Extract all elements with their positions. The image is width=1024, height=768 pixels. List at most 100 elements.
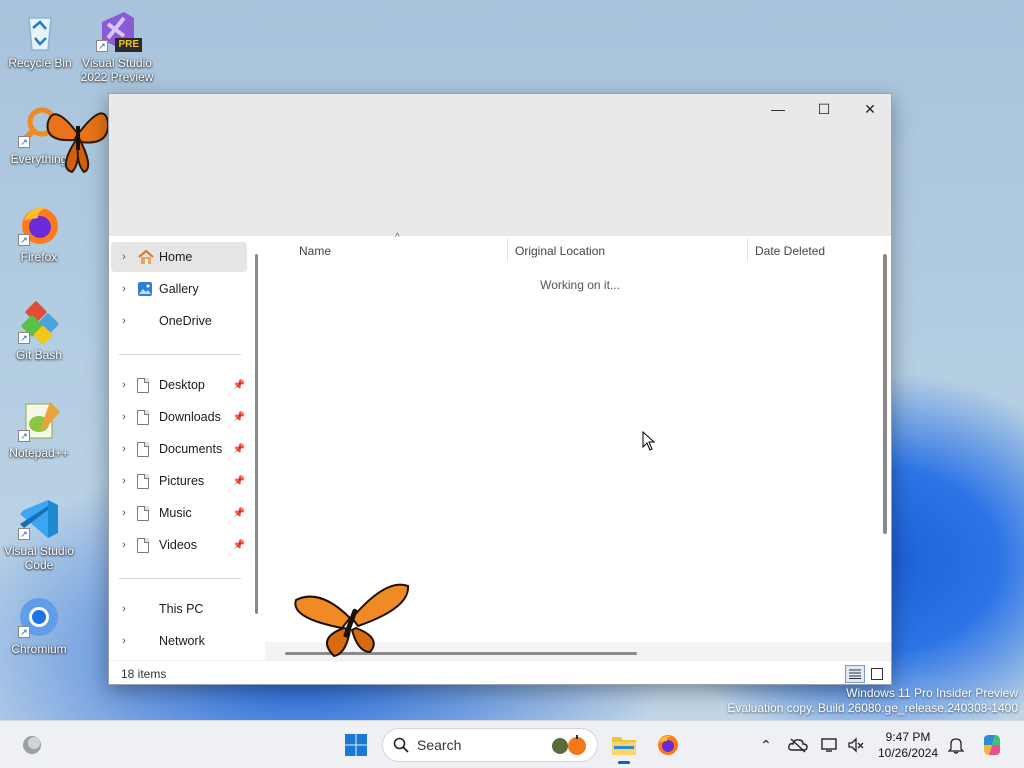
butterfly-icon bbox=[294, 583, 410, 658]
taskbar-clock[interactable]: 9:47 PM 10/26/2024 bbox=[872, 729, 944, 761]
maximize-icon: ☐ bbox=[817, 100, 831, 117]
title-bar[interactable]: — ☐ ✕ bbox=[109, 94, 891, 236]
nav-item-network[interactable]: › Network bbox=[111, 626, 247, 656]
nav-item-desktop[interactable]: › Desktop 📌 bbox=[111, 370, 247, 400]
gallery-icon bbox=[137, 280, 159, 298]
minimize-button[interactable]: — bbox=[755, 94, 801, 124]
desktop-icon-chromium[interactable]: ↗ Chromium bbox=[1, 594, 77, 656]
clock-time: 9:47 PM bbox=[885, 730, 931, 744]
desktop-icon-recycle-bin[interactable]: Recycle Bin bbox=[2, 8, 78, 70]
nav-label: Pictures bbox=[159, 474, 205, 488]
column-header-name[interactable]: Name bbox=[291, 240, 507, 262]
desktop-icon-notepad-plus-plus[interactable]: ↗ Notepad++ bbox=[1, 398, 77, 460]
volume-tray-button[interactable] bbox=[844, 733, 868, 757]
close-icon: ✕ bbox=[864, 100, 876, 117]
desktop-icon-git-bash[interactable]: ↗ Git Bash bbox=[1, 300, 77, 362]
file-explorer-taskbar-button[interactable] bbox=[604, 725, 644, 765]
document-icon bbox=[137, 441, 149, 457]
nav-item-pictures[interactable]: › Pictures 📌 bbox=[111, 466, 247, 496]
desktop-icon-visual-studio-2022-preview[interactable]: PRE ↗ Visual Studio 2022 Preview bbox=[79, 8, 155, 84]
document-icon bbox=[137, 377, 149, 393]
nav-item-videos[interactable]: › Videos 📌 bbox=[111, 530, 247, 560]
notifications-button[interactable] bbox=[944, 733, 968, 757]
nav-label: Desktop bbox=[159, 378, 205, 392]
shortcut-arrow-icon: ↗ bbox=[18, 234, 30, 246]
onedrive-tray-button[interactable] bbox=[786, 733, 810, 757]
loading-message: Working on it... bbox=[540, 278, 620, 292]
column-header-original-location[interactable]: Original Location bbox=[507, 240, 747, 262]
chevron-right-icon[interactable]: › bbox=[111, 315, 137, 327]
chevron-right-icon[interactable]: › bbox=[111, 411, 137, 423]
chevron-right-icon[interactable]: › bbox=[111, 507, 137, 519]
nav-label: Network bbox=[159, 634, 205, 648]
nav-item-onedrive[interactable]: › OneDrive bbox=[111, 306, 247, 336]
maximize-button[interactable]: ☐ bbox=[801, 94, 847, 124]
close-button[interactable]: ✕ bbox=[847, 94, 893, 124]
desktop-icon-firefox[interactable]: ↗ Firefox bbox=[1, 202, 77, 264]
widgets-button[interactable] bbox=[12, 725, 52, 765]
chevron-right-icon[interactable]: › bbox=[111, 603, 137, 615]
shortcut-arrow-icon: ↗ bbox=[18, 528, 30, 540]
nav-label: Music bbox=[159, 506, 192, 520]
chevron-right-icon[interactable]: › bbox=[111, 475, 137, 487]
chromium-icon: ↗ bbox=[16, 594, 62, 640]
firefox-icon bbox=[658, 735, 678, 755]
pin-icon: 📌 bbox=[232, 539, 245, 551]
nav-item-this-pc[interactable]: › This PC bbox=[111, 594, 247, 624]
show-hidden-icons-button[interactable]: ⌃ bbox=[754, 733, 778, 757]
start-button[interactable] bbox=[336, 725, 376, 765]
vertical-scrollbar[interactable] bbox=[883, 254, 887, 534]
nav-scrollbar[interactable] bbox=[255, 254, 258, 614]
nav-item-downloads[interactable]: › Downloads 📌 bbox=[111, 402, 247, 432]
taskbar-search[interactable]: Search bbox=[382, 728, 598, 762]
item-count: 18 items bbox=[121, 667, 167, 681]
watermark-build: Evaluation copy. Build 26080.ge_release.… bbox=[727, 701, 1018, 715]
bell-icon bbox=[948, 738, 964, 754]
weather-widget-icon bbox=[23, 736, 41, 754]
windows-watermark: Windows 11 Pro Insider Preview Evaluatio… bbox=[727, 686, 1018, 716]
large-icons-view-icon bbox=[871, 668, 883, 680]
details-view-button[interactable] bbox=[845, 665, 865, 683]
nav-label: Home bbox=[159, 250, 193, 264]
firefox-taskbar-button[interactable] bbox=[648, 725, 688, 765]
nav-item-music[interactable]: › Music 📌 bbox=[111, 498, 247, 528]
shortcut-arrow-icon: ↗ bbox=[18, 430, 30, 442]
minimize-icon: — bbox=[771, 101, 785, 117]
chevron-up-icon: ⌃ bbox=[760, 736, 772, 753]
chevron-right-icon[interactable]: › bbox=[111, 251, 137, 263]
search-label: Search bbox=[417, 737, 462, 753]
nav-item-gallery[interactable]: › Gallery bbox=[111, 274, 247, 304]
notepad-plus-plus-icon: ↗ bbox=[16, 398, 62, 444]
active-app-indicator bbox=[618, 761, 630, 764]
butterfly-icon bbox=[46, 112, 110, 174]
desktop-icon-label: Firefox bbox=[20, 250, 58, 264]
mouse-cursor-icon bbox=[642, 431, 656, 451]
network-tray-button[interactable] bbox=[818, 733, 842, 757]
chevron-right-icon[interactable]: › bbox=[111, 379, 137, 391]
shortcut-arrow-icon: ↗ bbox=[18, 136, 30, 148]
folder-icon bbox=[612, 737, 636, 755]
chevron-right-icon[interactable]: › bbox=[111, 283, 137, 295]
pin-icon: 📌 bbox=[232, 379, 245, 391]
chevron-right-icon[interactable]: › bbox=[111, 443, 137, 455]
halloween-pumpkin-icon bbox=[552, 735, 586, 755]
large-icons-view-button[interactable] bbox=[867, 665, 887, 683]
copilot-button[interactable] bbox=[980, 733, 1004, 757]
nav-label: OneDrive bbox=[159, 314, 212, 328]
status-bar: 18 items bbox=[109, 660, 891, 684]
pin-icon: 📌 bbox=[232, 443, 245, 455]
chevron-right-icon[interactable]: › bbox=[111, 539, 137, 551]
watermark-edition: Windows 11 Pro Insider Preview bbox=[846, 686, 1018, 700]
chevron-right-icon[interactable]: › bbox=[111, 635, 137, 647]
nav-label: Downloads bbox=[159, 410, 221, 424]
desktop-icon-visual-studio-code[interactable]: ↗ Visual Studio Code bbox=[1, 496, 77, 572]
document-icon bbox=[137, 537, 149, 553]
pin-icon: 📌 bbox=[232, 507, 245, 519]
document-icon bbox=[137, 473, 149, 489]
windows-logo-icon bbox=[345, 734, 367, 756]
column-header-date-deleted[interactable]: Date Deleted bbox=[747, 240, 887, 262]
nav-item-documents[interactable]: › Documents 📌 bbox=[111, 434, 247, 464]
nav-item-home[interactable]: › Home bbox=[111, 242, 247, 272]
nav-label: Gallery bbox=[159, 282, 199, 296]
desktop-icon-label: Visual Studio 2022 Preview bbox=[80, 56, 154, 84]
